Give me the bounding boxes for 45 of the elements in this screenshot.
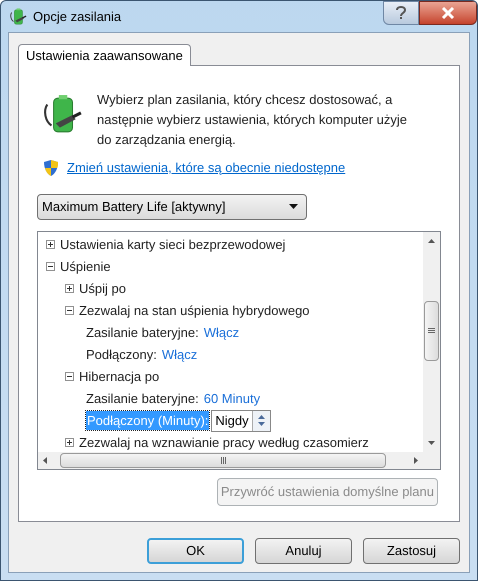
tree-item[interactable]: Ustawienia karty sieci bezprzewodowej <box>60 234 286 254</box>
scroll-down-icon[interactable] <box>428 440 435 444</box>
setting-label[interactable]: Podłączony: <box>86 344 157 364</box>
scroll-left-icon[interactable] <box>43 456 47 464</box>
intro-text: Wybierz plan zasilania, który chcesz dostosować, a następnie wybierz ustawienia, których komputer użyje do zarządzania energią. <box>97 91 408 149</box>
battery-plug-icon <box>9 8 27 26</box>
scroll-up-icon[interactable] <box>428 238 435 242</box>
dialog-button[interactable]: Zastosuj <box>363 538 460 564</box>
tree-item[interactable]: Zezwalaj na wznawianie pracy według czasomierz <box>79 432 369 452</box>
expand-icon[interactable] <box>65 284 74 293</box>
setting-label[interactable]: Zasilanie bateryjne: <box>86 322 199 342</box>
shield-icon <box>43 158 59 177</box>
tree-item[interactable]: Uśpij po <box>79 278 126 298</box>
dialog-button[interactable]: Anuluj <box>255 538 352 564</box>
setting-label[interactable]: Zasilanie bateryjne: <box>86 388 199 408</box>
help-icon <box>396 6 406 20</box>
change-settings-link[interactable]: Zmień ustawienia, które są obecnie niedostępne <box>67 158 346 178</box>
close-button[interactable] <box>419 1 477 25</box>
vertical-scrollbar[interactable] <box>423 232 440 452</box>
setting-value[interactable]: 60 Minuty <box>204 388 260 408</box>
spin-field[interactable]: Nigdy <box>211 410 271 432</box>
tree-item[interactable]: Zezwalaj na stan uśpienia hybrydowego <box>79 300 310 320</box>
setting-value[interactable]: Włącz <box>162 344 198 364</box>
horizontal-scrollbar[interactable] <box>38 452 423 468</box>
tree-item[interactable]: Hibernacja po <box>79 366 160 386</box>
close-icon <box>441 7 455 19</box>
scroll-right-icon[interactable] <box>414 456 418 464</box>
expand-icon[interactable] <box>65 438 74 447</box>
grip-icon <box>220 456 226 464</box>
collapse-icon[interactable] <box>46 262 55 271</box>
collapse-icon[interactable] <box>65 372 74 381</box>
tree-item[interactable]: Uśpienie <box>60 256 111 276</box>
window-title: Opcje zasilania <box>33 8 122 26</box>
plan-dropdown[interactable]: Maximum Battery Life [aktywny] <box>37 194 307 220</box>
grip-icon <box>428 328 435 333</box>
scroll-thumb[interactable] <box>60 452 386 468</box>
tab[interactable]: Ustawienia zaawansowane <box>18 44 191 66</box>
dialog-button[interactable]: OK <box>147 538 244 564</box>
dropdown-arrow-icon <box>289 204 298 209</box>
setting-value[interactable]: Włącz <box>204 322 240 342</box>
scroll-thumb[interactable] <box>424 300 439 360</box>
expand-icon[interactable] <box>46 240 55 249</box>
collapse-icon[interactable] <box>65 306 74 315</box>
spin-arrows-icon[interactable] <box>252 410 270 430</box>
help-button[interactable] <box>383 1 419 25</box>
